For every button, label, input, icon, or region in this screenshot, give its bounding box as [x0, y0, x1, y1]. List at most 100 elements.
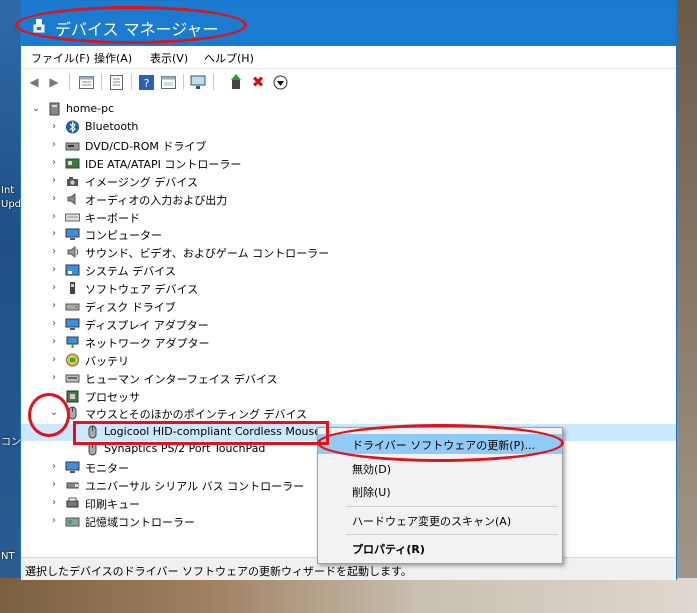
menu-help[interactable]: ヘルプ(H): [204, 50, 254, 66]
camera-icon: [67, 177, 78, 186]
desktop-left-strip: [0, 0, 20, 613]
tree-item-label: IDE ATA/ATAPI コントローラー: [85, 158, 242, 171]
monitor-scan-icon[interactable]: [189, 73, 207, 91]
chevron-right-icon[interactable]: ›: [49, 354, 59, 366]
chevron-right-icon[interactable]: ›: [49, 139, 59, 151]
chevron-right-icon[interactable]: ›: [49, 515, 59, 527]
tree-item-label: DVD/CD-ROM ドライブ: [85, 140, 207, 153]
tree-root[interactable]: ⌄ home-pc: [21, 101, 676, 118]
tree-category[interactable]: › DVD/CD-ROM ドライブ: [21, 137, 676, 154]
chevron-right-icon[interactable]: ›: [49, 264, 59, 276]
toolbar-separator: [183, 74, 184, 90]
properties-sheet-icon[interactable]: [77, 73, 95, 91]
tree-category[interactable]: › ソフトウェア デバイス: [21, 280, 676, 297]
disable-down-arrow-icon[interactable]: [271, 73, 289, 91]
tree-item-label: ユニバーサル シリアル バス コントローラー: [85, 480, 305, 493]
desktop-icon-label[interactable]: Int: [1, 185, 14, 196]
menu-view[interactable]: 表示(V): [150, 50, 188, 66]
tree-item-label: ヒューマン インターフェイス デバイス: [85, 373, 278, 386]
display-adapter-icon: [65, 318, 80, 330]
keyboard-icon: [65, 213, 80, 222]
tree-category[interactable]: › ディスプレイ アダプター: [21, 316, 676, 333]
processor-icon: [66, 390, 79, 403]
toolbar: ◀ ▶ ? ✖: [21, 69, 676, 96]
tree-category[interactable]: › サウンド、ビデオ、およびゲーム コントローラー: [21, 244, 676, 261]
context-item-properties[interactable]: プロパティ(R): [318, 538, 562, 558]
system-device-icon: [65, 264, 80, 276]
monitor-icon: [65, 228, 80, 240]
chevron-right-icon[interactable]: ›: [49, 282, 59, 294]
tree-category[interactable]: › Bluetooth: [21, 119, 676, 136]
chevron-right-icon[interactable]: ›: [49, 246, 59, 258]
tree-item-label: プロセッサ: [85, 391, 140, 404]
chevron-right-icon[interactable]: ›: [49, 479, 59, 491]
context-item-label: プロパティ(R): [352, 543, 425, 556]
battery-icon: [66, 353, 79, 367]
tree-item-label: Bluetooth: [85, 120, 139, 133]
tree-item-label: 印刷キュー: [85, 498, 140, 511]
tree-category[interactable]: › ヒューマン インターフェイス デバイス: [21, 370, 676, 387]
ide-controller-icon: [65, 158, 80, 169]
context-item-label: 無効(D): [352, 463, 392, 476]
desktop-icon-label[interactable]: NT: [1, 551, 15, 562]
chevron-right-icon[interactable]: ›: [49, 211, 59, 223]
tree-item-label: バッテリ: [85, 355, 129, 368]
tree-category[interactable]: › IDE ATA/ATAPI コントローラー: [21, 155, 676, 172]
tree-category[interactable]: › プロセッサ: [21, 388, 676, 405]
network-adapter-icon: [66, 336, 79, 348]
desktop-icon-label[interactable]: Upd: [1, 199, 21, 210]
update-driver-icon[interactable]: [227, 73, 245, 91]
tree-category[interactable]: › バッテリ: [21, 352, 676, 369]
disk-drive-icon: [65, 303, 80, 311]
chevron-right-icon[interactable]: ›: [49, 497, 59, 509]
chevron-right-icon[interactable]: ›: [49, 372, 59, 384]
chevron-right-icon[interactable]: ›: [49, 175, 59, 187]
title-bar[interactable]: デバイス マネージャー: [15, 1, 676, 46]
tree-category[interactable]: › ネットワーク アダプター: [21, 334, 676, 351]
tree-root-label: home-pc: [66, 102, 115, 115]
tree-category[interactable]: › イメージング デバイス: [21, 173, 676, 190]
chevron-down-icon[interactable]: ⌄: [31, 103, 41, 115]
monitor-icon: [65, 461, 80, 473]
chevron-right-icon[interactable]: ›: [49, 228, 59, 240]
back-arrow-icon[interactable]: ◀: [25, 73, 43, 91]
tree-category[interactable]: › キーボード: [21, 209, 676, 226]
tree-item-label: ネットワーク アダプター: [85, 337, 210, 350]
context-item-scan[interactable]: ハードウェア変更のスキャン(A): [318, 510, 562, 530]
context-item-label: ハードウェア変更のスキャン(A): [352, 515, 512, 528]
document-icon[interactable]: [107, 73, 125, 91]
chevron-right-icon[interactable]: ›: [49, 193, 59, 205]
tree-category[interactable]: › ディスク ドライブ: [21, 298, 676, 315]
toolbar-separator: [69, 74, 70, 90]
tree-category[interactable]: › オーディオの入力および出力: [21, 191, 676, 208]
context-item-uninstall[interactable]: 削除(U): [318, 481, 562, 501]
desktop-bottom-strip: [0, 578, 697, 613]
desktop-icon-label[interactable]: コン: [1, 433, 21, 448]
chevron-right-icon[interactable]: ›: [49, 121, 59, 133]
bluetooth-icon: [66, 120, 79, 134]
forward-arrow-icon[interactable]: ▶: [45, 73, 63, 91]
chevron-right-icon[interactable]: ›: [49, 461, 59, 473]
uninstall-x-icon[interactable]: ✖: [249, 73, 267, 91]
annotation-rect-device: [73, 421, 329, 445]
menu-action[interactable]: 操作(A): [94, 50, 132, 66]
details-view-icon[interactable]: [159, 73, 177, 91]
context-separator: [346, 506, 558, 507]
tree-item-label: ディスプレイ アダプター: [85, 319, 209, 332]
menu-file[interactable]: ファイル(F): [31, 50, 90, 66]
tree-item-label: モニター: [85, 462, 129, 475]
help-icon[interactable]: ?: [137, 73, 155, 91]
tree-item-label: ソフトウェア デバイス: [85, 283, 199, 296]
tree-item-label: キーボード: [85, 212, 140, 225]
tree-category[interactable]: › コンピューター: [21, 226, 676, 243]
tree-category[interactable]: › システム デバイス: [21, 262, 676, 279]
tree-item-label: 記憶域コントローラー: [85, 516, 195, 529]
chevron-right-icon[interactable]: ›: [49, 336, 59, 348]
chevron-right-icon[interactable]: ›: [49, 318, 59, 330]
annotation-oval-title: [15, 6, 247, 44]
storage-controller-icon: [65, 517, 80, 527]
hid-icon: [65, 374, 80, 383]
chevron-right-icon[interactable]: ›: [49, 157, 59, 169]
tree-category[interactable]: ⌄ マウスとそのほかのポインティング デバイス: [21, 405, 676, 422]
chevron-right-icon[interactable]: ›: [49, 300, 59, 312]
